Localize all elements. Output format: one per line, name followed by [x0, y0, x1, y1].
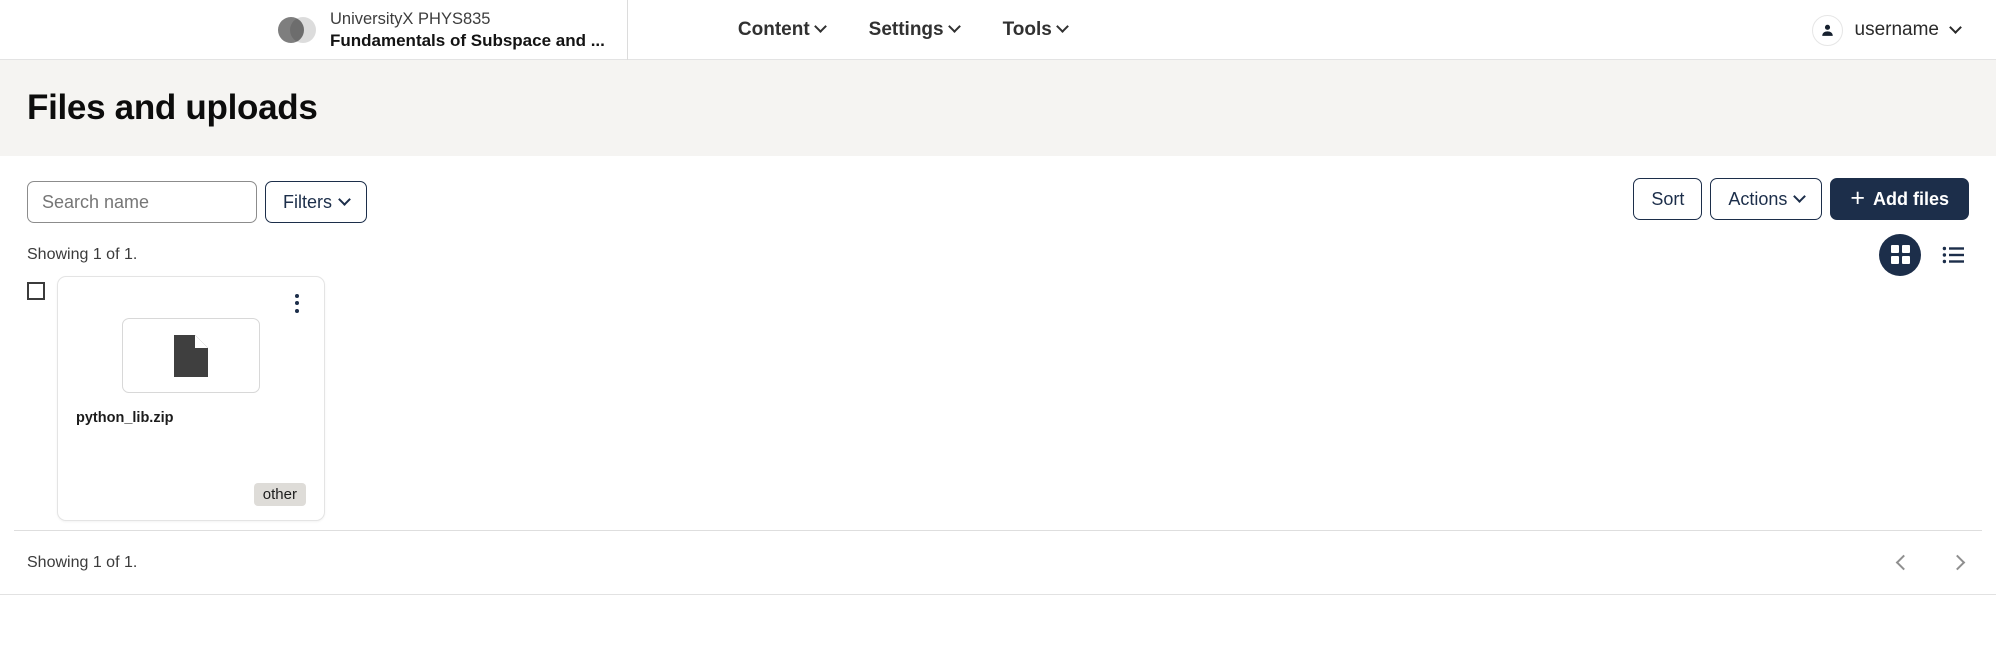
filters-button[interactable]: Filters [265, 181, 367, 223]
file-name: python_lib.zip [76, 410, 174, 426]
main-nav: Content Settings Tools [737, 0, 1069, 59]
document-file-icon [174, 334, 208, 377]
brand-course-title: Fundamentals of Subspace and ... [330, 30, 605, 50]
chevron-down-icon [1949, 20, 1962, 34]
chevron-down-icon [947, 20, 961, 33]
file-thumbnail [122, 318, 260, 393]
nav-item-content[interactable]: Content [737, 18, 827, 41]
two-circles-logo-icon [278, 17, 316, 43]
file-select-checkbox[interactable] [27, 282, 45, 300]
actions-label: Actions [1728, 188, 1788, 209]
results-count-bottom: Showing 1 of 1. [27, 553, 138, 571]
filters-label: Filters [283, 191, 332, 212]
actions-button[interactable]: Actions [1710, 178, 1823, 220]
username-label: username [1854, 19, 1940, 40]
search-input[interactable] [27, 181, 257, 223]
nav-item-label: Content [737, 18, 810, 40]
nav-item-settings[interactable]: Settings [868, 18, 961, 41]
toolbar-actions: Sort Actions + Add files [1633, 178, 1969, 220]
chevron-down-icon [1793, 189, 1807, 203]
user-menu[interactable]: username [1811, 0, 1962, 60]
nav-item-tools[interactable]: Tools [1002, 18, 1069, 41]
nav-item-label: Settings [868, 18, 944, 40]
footer-row: Showing 1 of 1. [0, 531, 1996, 594]
file-type-badge: other [253, 483, 306, 506]
pagination [1891, 551, 1969, 575]
page-title: Files and uploads [27, 88, 318, 127]
view-toggle-group [1879, 233, 1969, 276]
sort-button[interactable]: Sort [1633, 178, 1703, 220]
results-count-row: Showing 1 of 1. [0, 226, 1996, 276]
list-view-icon[interactable] [1939, 240, 1969, 270]
brand-org-label: UniversityX PHYS835 [330, 10, 491, 29]
avatar [1811, 14, 1843, 46]
chevron-left-icon[interactable] [1891, 551, 1915, 575]
file-grid: python_lib.zip other [0, 270, 1996, 530]
chevron-down-icon [813, 20, 827, 33]
chevron-down-icon [1056, 20, 1069, 33]
site-header: UniversityX PHYS835 Fundamentals of Subs… [0, 0, 1996, 60]
results-count-top: Showing 1 of 1. [27, 245, 138, 263]
chevron-down-icon [338, 192, 351, 206]
sort-label: Sort [1651, 188, 1685, 209]
add-files-button[interactable]: + Add files [1830, 178, 1969, 220]
plus-icon: + [1850, 183, 1865, 212]
chevron-right-icon[interactable] [1945, 551, 1969, 575]
brand-block[interactable]: UniversityX PHYS835 Fundamentals of Subs… [278, 0, 628, 60]
file-card[interactable]: python_lib.zip other [57, 276, 325, 521]
page-bottom-border [0, 594, 1996, 595]
add-files-label: Add files [1872, 188, 1949, 209]
grid-view-icon[interactable] [1879, 233, 1921, 276]
nav-item-label: Tools [1002, 18, 1052, 40]
toolbar: Filters Sort Actions + Add files [0, 156, 1996, 226]
kebab-menu-icon[interactable] [287, 291, 307, 315]
page-title-band: Files and uploads [0, 60, 1996, 156]
